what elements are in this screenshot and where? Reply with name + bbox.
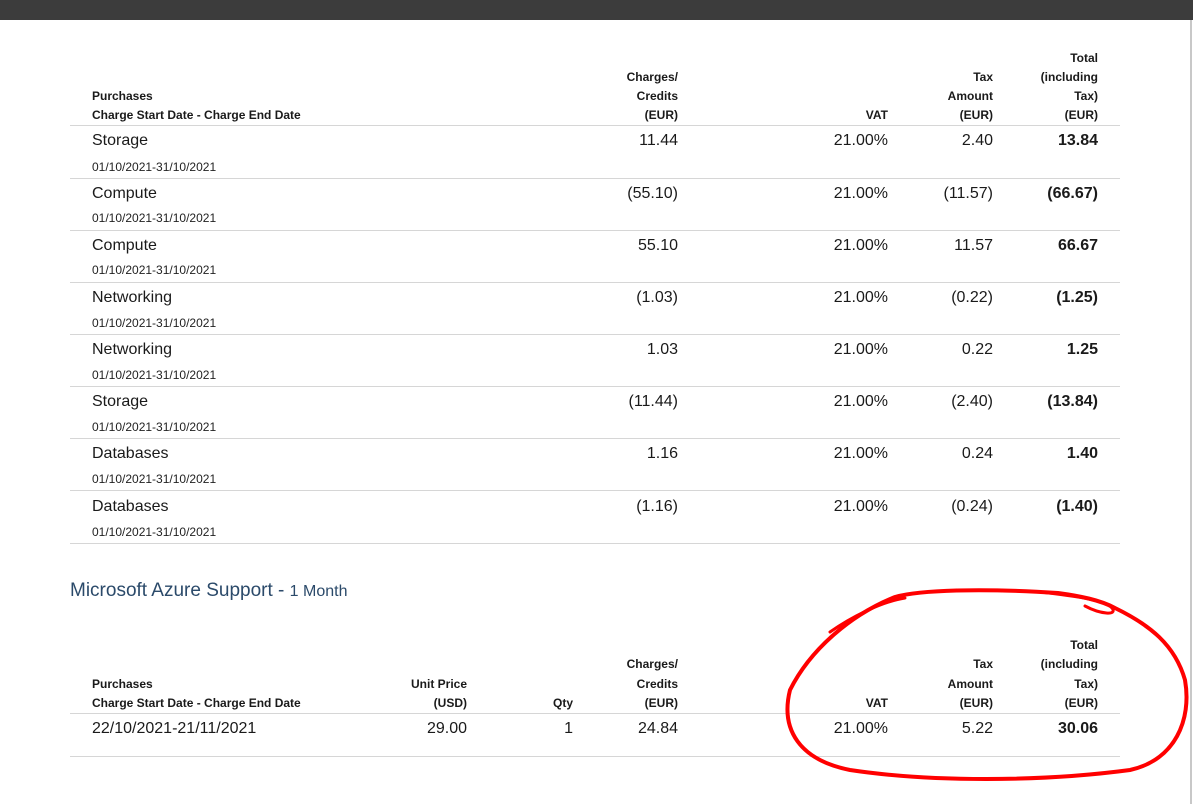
red-circle-annotation	[785, 588, 1189, 781]
